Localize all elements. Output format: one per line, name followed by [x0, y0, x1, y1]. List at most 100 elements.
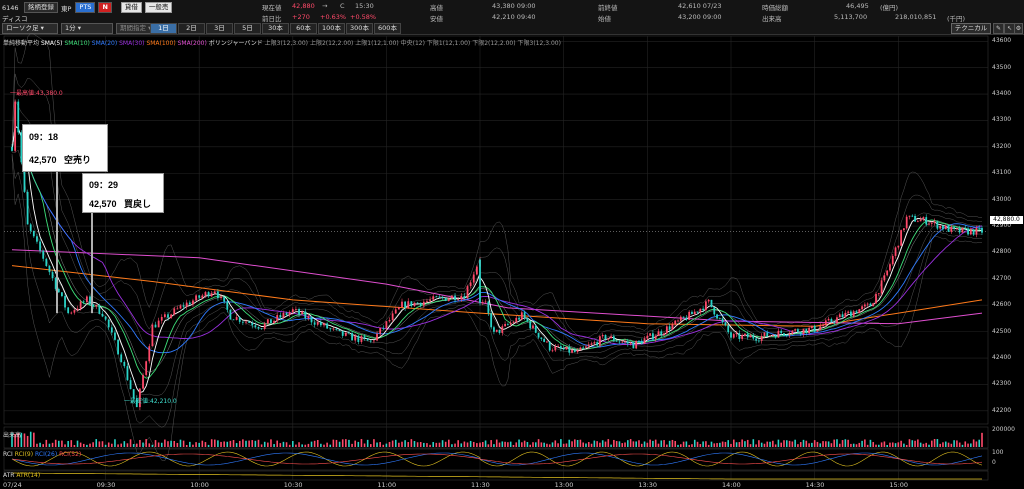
- volume-bar: [970, 443, 972, 447]
- candle-body: [537, 332, 540, 338]
- candle-body: [313, 322, 316, 325]
- volume-bar: [48, 443, 51, 447]
- candle-body: [276, 315, 279, 321]
- volume-bar: [479, 442, 481, 447]
- volume-bar: [643, 441, 646, 447]
- volume-bar: [752, 439, 755, 447]
- volume-bar: [288, 444, 291, 447]
- volume-bar: [370, 444, 372, 447]
- volume-bar: [585, 443, 587, 447]
- candle-body: [379, 327, 382, 334]
- volume-bar: [582, 442, 584, 447]
- candle-body: [855, 311, 858, 314]
- volume-bar: [891, 442, 894, 447]
- candle-body: [98, 304, 101, 314]
- candle-body: [791, 330, 794, 334]
- volume-bar: [410, 439, 413, 447]
- volume-bar: [101, 441, 104, 447]
- callout-2-action: 買戻し: [124, 199, 152, 209]
- candle-body: [185, 302, 188, 307]
- volume-bar: [780, 442, 782, 447]
- volume-bar: [320, 443, 322, 447]
- candle-body: [799, 332, 802, 335]
- volume-bar: [391, 440, 394, 447]
- volume-bar: [811, 442, 813, 447]
- volume-bar: [512, 444, 515, 447]
- volume-bar: [145, 439, 147, 447]
- volume-bar: [529, 444, 531, 447]
- volume-bar: [613, 439, 615, 447]
- candle-body: [671, 324, 674, 330]
- volume-bar: [79, 442, 82, 447]
- candle-body: [727, 325, 730, 333]
- candle-body: [316, 322, 319, 325]
- candle-body: [419, 302, 422, 306]
- candle-body: [432, 296, 435, 300]
- volume-bar: [313, 440, 316, 447]
- candle-body: [590, 343, 593, 345]
- legend-bb-mid: 中央(12): [400, 40, 425, 47]
- volume-bar: [176, 442, 179, 447]
- candle-body: [295, 309, 297, 310]
- candle-body: [151, 324, 154, 347]
- callout-1-pointer: [56, 170, 58, 314]
- candle-body: [562, 348, 565, 350]
- candle-body: [894, 247, 897, 256]
- volume-bar: [173, 440, 176, 447]
- volume-bar: [830, 443, 833, 447]
- candle-body: [707, 299, 710, 302]
- volume-bar: [335, 439, 338, 447]
- candle-body: [824, 320, 827, 325]
- candle-body: [435, 296, 438, 298]
- candle-body: [304, 311, 307, 319]
- candle-body: [351, 333, 353, 341]
- volume-bar: [310, 441, 313, 447]
- volume-bar: [429, 444, 431, 447]
- candle-body: [732, 334, 735, 338]
- volume-bar: [142, 442, 144, 447]
- volume-bar: [705, 441, 707, 447]
- candle-body: [933, 221, 936, 223]
- volume-bar: [911, 440, 914, 447]
- candle-body: [354, 335, 357, 341]
- candle-body: [919, 219, 922, 222]
- volume-max-label: 200000: [992, 426, 1015, 433]
- candle-body: [148, 346, 151, 362]
- candle-body: [310, 316, 313, 323]
- volume-bar: [931, 440, 933, 447]
- candle-body: [329, 328, 332, 330]
- volume-bar: [307, 443, 310, 447]
- legend-bb-upper3: 上限3(12,3.00): [264, 40, 309, 47]
- price-tick-43300: 43300: [992, 116, 1012, 124]
- candle-body: [660, 331, 663, 335]
- volume-bar: [33, 432, 35, 447]
- candle-body: [366, 338, 369, 341]
- volume-bar: [376, 442, 378, 447]
- chart-grid: [3, 35, 989, 481]
- candle-body: [822, 324, 824, 327]
- candle-body: [808, 328, 810, 334]
- candle-body: [490, 313, 493, 328]
- price-chart[interactable]: [0, 0, 1024, 489]
- volume-bar: [292, 441, 294, 447]
- candle-body: [279, 315, 282, 318]
- volume-bar: [515, 442, 518, 447]
- candle-body: [710, 299, 713, 308]
- volume-bar: [707, 444, 710, 447]
- volume-bar: [120, 443, 122, 447]
- candle-body: [493, 327, 495, 332]
- volume-panel-label: 出来高: [3, 432, 22, 439]
- time-tick-15:00: 15:00: [889, 481, 909, 489]
- candle-body: [487, 301, 490, 314]
- candle-body: [788, 333, 791, 336]
- volume-bar: [961, 444, 964, 447]
- volume-bar: [794, 439, 796, 447]
- volume-bar: [379, 442, 381, 447]
- candle-body: [413, 302, 416, 307]
- candle-body: [235, 317, 238, 320]
- candle-body: [810, 325, 813, 329]
- volume-bar: [554, 440, 557, 447]
- candle-body: [916, 221, 919, 223]
- candle-body: [947, 225, 950, 232]
- volume-bar: [560, 439, 562, 447]
